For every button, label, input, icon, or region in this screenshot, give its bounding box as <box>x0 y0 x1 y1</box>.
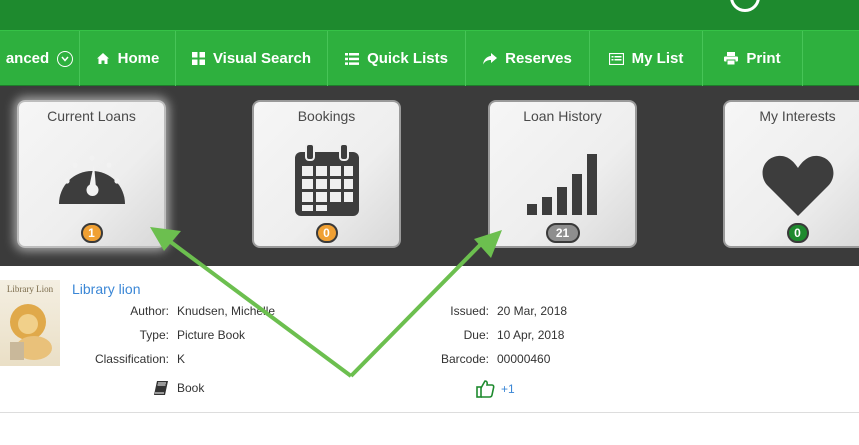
tile-bookings-badge: 0 <box>315 223 338 243</box>
share-arrow-icon <box>483 52 498 64</box>
nav-home[interactable]: Home <box>80 31 176 86</box>
nav-my-list[interactable]: My List <box>590 31 703 86</box>
nav-print-label: Print <box>746 50 781 67</box>
tile-loan-history-title: Loan History <box>523 108 602 124</box>
nav-reserves[interactable]: Reserves <box>466 31 590 86</box>
author-value: Knudsen, Michelle <box>177 304 276 318</box>
format-label: Book <box>177 381 205 395</box>
classification-label: Classification: <box>94 352 169 366</box>
type-label: Type: <box>139 328 169 342</box>
book-title-link[interactable]: Library lion <box>72 281 140 297</box>
top-header-bar <box>0 0 859 30</box>
classification-value: K <box>177 352 186 366</box>
nav-quick-lists[interactable]: Quick Lists <box>328 31 466 86</box>
thumbs-up-icon <box>476 380 495 398</box>
nav-visual-search-label: Visual Search <box>212 50 312 67</box>
nav-home-label: Home <box>117 50 160 67</box>
list-alt-icon <box>608 52 624 65</box>
barcode-value: 00000460 <box>497 352 551 366</box>
nav-advanced-label: anced <box>5 50 50 67</box>
heart-icon <box>762 154 834 223</box>
tile-loan-history[interactable]: Loan History 21 <box>488 100 637 248</box>
tile-current-loans-title: Current Loans <box>47 108 136 124</box>
due-value: 10 Apr, 2018 <box>497 328 565 342</box>
list-icon <box>345 52 360 65</box>
book-icon <box>154 381 168 395</box>
tile-bookings-title: Bookings <box>297 108 356 124</box>
chevron-down-icon <box>57 50 74 67</box>
tile-my-interests[interactable]: My Interests 0 <box>723 100 859 248</box>
loans-dashboard: Current Loans 1 Bookings 0 Loan History … <box>0 86 859 266</box>
nav-print[interactable]: Print <box>703 31 803 86</box>
tile-bookings[interactable]: Bookings 0 <box>252 100 401 248</box>
nav-visual-search[interactable]: Visual Search <box>176 31 328 86</box>
nav-reserves-label: Reserves <box>505 50 572 67</box>
home-icon <box>96 53 109 64</box>
signal-bars-icon <box>526 154 599 221</box>
barcode-label: Barcode: <box>440 352 489 366</box>
tile-current-loans-badge: 1 <box>80 223 103 243</box>
format-indicator: Book <box>153 380 204 396</box>
issued-label: Issued: <box>450 304 489 318</box>
lion-illustration <box>10 304 52 360</box>
dashboard-gauge-icon <box>55 146 129 211</box>
book-cover-text: Library Lion <box>6 284 54 294</box>
nav-my-list-label: My List <box>631 50 684 67</box>
book-cover-image[interactable]: Library Lion <box>0 280 60 366</box>
tile-loan-history-badge: 21 <box>545 223 580 243</box>
calendar-icon <box>293 143 361 223</box>
author-label: Author: <box>130 304 169 318</box>
issued-value: 20 Mar, 2018 <box>497 304 568 318</box>
tile-my-interests-title: My Interests <box>759 108 836 124</box>
tile-current-loans[interactable]: Current Loans 1 <box>17 100 166 248</box>
grid-icon <box>191 52 205 65</box>
print-icon <box>724 52 739 65</box>
like-button[interactable]: +1 <box>476 379 515 398</box>
type-value: Picture Book <box>177 328 246 342</box>
user-circle-icon[interactable] <box>730 0 760 12</box>
like-count: +1 <box>501 381 515 396</box>
tile-my-interests-badge: 0 <box>786 223 809 243</box>
main-navbar: anced Home Visual Search Quick Lists Res… <box>0 30 859 86</box>
nav-quick-lists-label: Quick Lists <box>367 50 448 67</box>
due-label: Due: <box>463 328 489 342</box>
loan-record: Library Lion Library lion Author: Knudse… <box>0 266 859 413</box>
nav-advanced[interactable]: anced <box>0 31 80 86</box>
